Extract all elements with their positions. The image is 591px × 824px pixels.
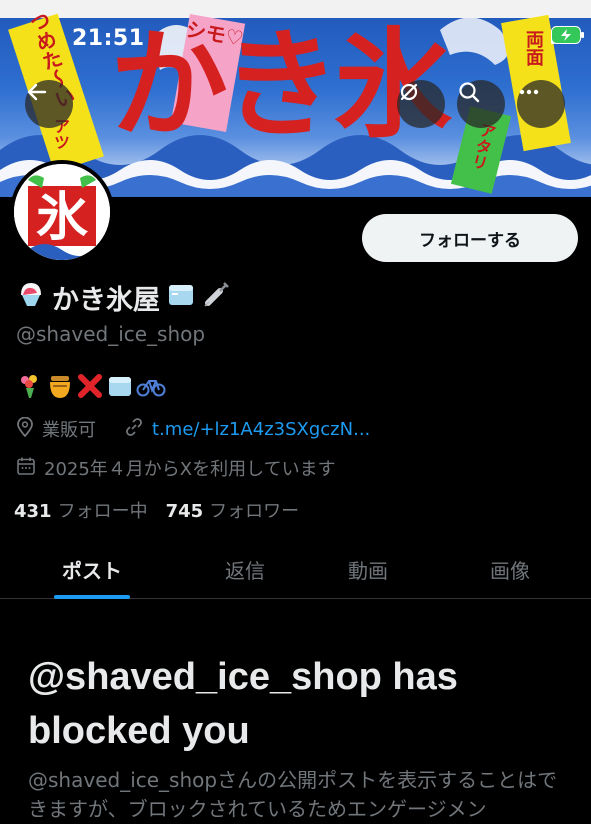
bicycle-icon [136,372,166,404]
display-name-text: かき氷屋 [52,285,160,316]
syringe-icon [202,279,232,316]
followers-count: 745 [165,501,204,522]
bouquet-icon [16,372,44,404]
follow-button[interactable]: フォローする [362,214,578,262]
joined-row: 2025年４月からXを利用しています [16,455,336,481]
joined-text: 2025年４月からXを利用しています [44,459,336,480]
profile-link[interactable]: t.me/+lz1A4z3SXgczN... [152,419,370,440]
tab-videos[interactable]: 動画 [318,540,418,598]
location-icon [16,416,34,442]
location-text: 業販可 [42,420,96,441]
search-button[interactable] [457,80,505,128]
blocked-title: @shaved_ice_shop has blocked you [28,656,458,752]
blocked-description: @shaved_ice_shopさんの公開ポストを表示することはできますが、ブロ… [28,768,558,821]
back-button[interactable] [25,80,73,128]
display-name: かき氷屋 [16,278,232,317]
grok-button[interactable] [397,80,445,128]
link-icon [124,417,144,442]
shaved-ice-icon [16,279,46,316]
following-label: フォロー中 [57,501,148,522]
ice-cube-icon [106,372,134,404]
follow-counts: 431 フォロー中 745 フォロワー [14,497,299,523]
status-time: 21:51 [72,26,145,51]
cross-mark-icon [76,372,104,404]
calendar-icon [16,456,36,481]
avatar-text: 氷 [35,186,88,248]
following-count: 431 [14,501,52,522]
banner-title: かき氷 [110,15,452,154]
following-link[interactable]: 431 フォロー中 [14,497,148,523]
status-icons [551,26,584,50]
profile-meta: 業販可 t.me/+lz1A4z3SXgczN... [16,416,370,442]
bio [16,372,166,404]
followers-link[interactable]: 745 フォロワー [166,497,300,523]
tab-replies[interactable]: 返信 [195,540,295,598]
avatar[interactable]: 氷 [10,160,114,264]
honey-pot-icon [46,372,74,404]
active-tab-indicator [54,595,130,599]
tab-images[interactable]: 画像 [460,540,560,598]
followers-label: フォロワー [209,501,300,522]
banner-flag-text: 両面 [523,30,544,66]
user-handle: @shaved_ice_shop [16,322,206,346]
ice-cube-icon [166,279,196,316]
more-button[interactable] [517,80,565,128]
tab-posts[interactable]: ポスト [42,540,142,598]
avatar-image: 氷 [14,164,110,260]
profile-tabs: ポスト 返信 動画 画像 [0,540,591,599]
